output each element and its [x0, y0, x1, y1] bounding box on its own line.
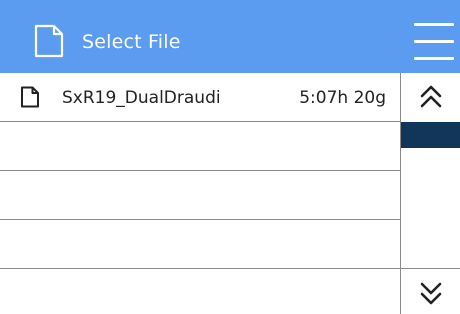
- double-chevron-down-icon: [420, 282, 442, 305]
- menu-line: [414, 23, 454, 26]
- page-title: Select File: [82, 31, 181, 53]
- header-bar: Select File: [0, 0, 460, 73]
- empty-file-row: [0, 269, 400, 314]
- scroll-down-button[interactable]: [401, 269, 460, 314]
- double-chevron-up-icon: [420, 85, 442, 108]
- menu-line: [414, 40, 454, 43]
- empty-file-row: [0, 171, 400, 220]
- scrollbar: [401, 73, 460, 314]
- scroll-up-button[interactable]: [401, 73, 460, 122]
- scrollbar-thumb[interactable]: [401, 122, 460, 148]
- empty-file-row: [0, 122, 400, 171]
- empty-file-row: [0, 220, 400, 269]
- file-name: SxR19_DualDraudi: [62, 88, 221, 108]
- file-select-screen: Select File SxR19_DualDraudi 5:07h 20g: [0, 0, 460, 314]
- file-row[interactable]: SxR19_DualDraudi 5:07h 20g: [0, 73, 400, 122]
- file-icon: [34, 24, 64, 58]
- file-icon: [21, 86, 39, 108]
- menu-line: [414, 57, 454, 60]
- file-print-info: 5:07h 20g: [299, 88, 386, 108]
- hamburger-menu-icon[interactable]: [414, 23, 454, 63]
- file-list: SxR19_DualDraudi 5:07h 20g: [0, 73, 401, 314]
